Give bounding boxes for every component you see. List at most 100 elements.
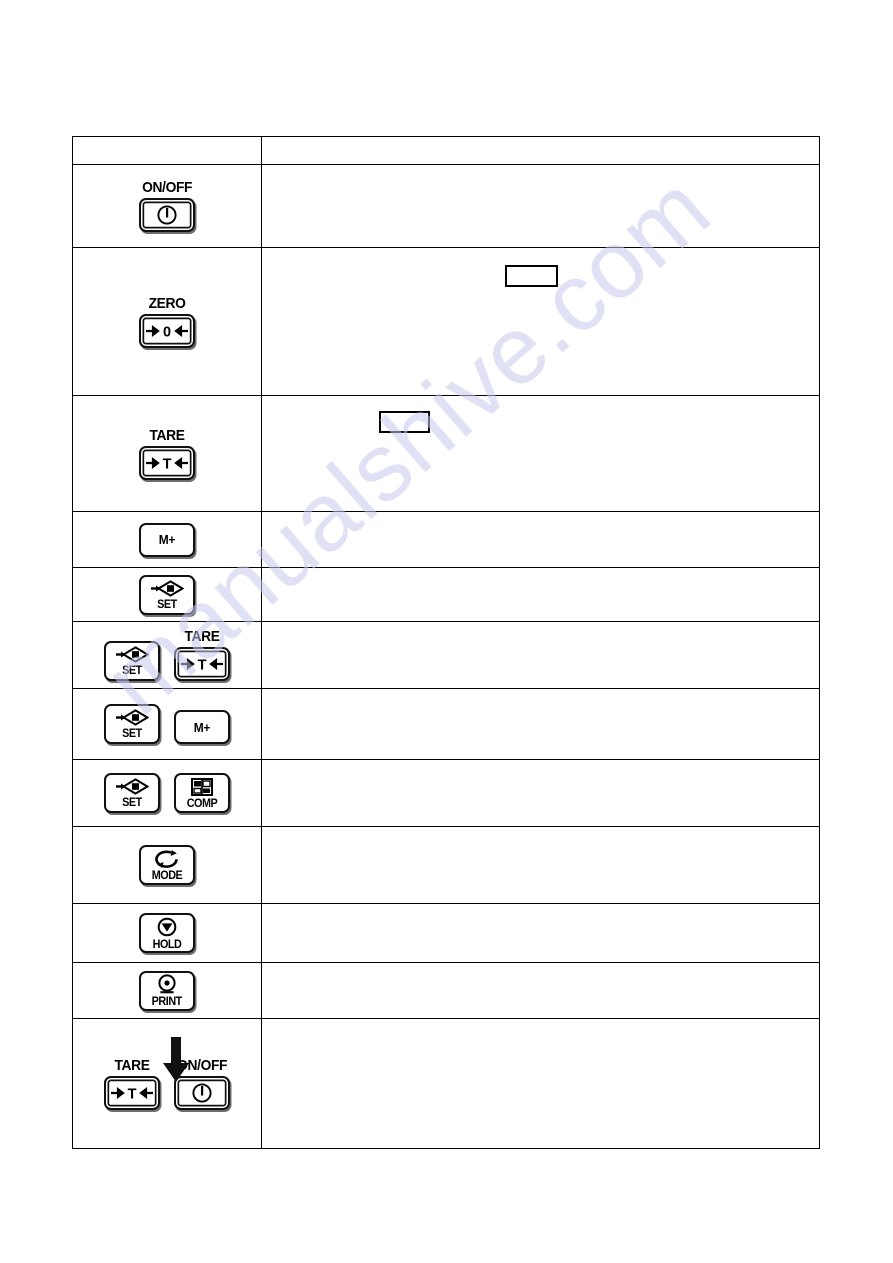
description-cell-row-print	[261, 962, 820, 1019]
key-cell-row-set-tare: SET TARE T	[72, 621, 262, 689]
description-cell-inner	[262, 165, 819, 247]
hold-key-unit: HOLD	[139, 913, 195, 953]
key-cell-inner: SET COMP	[73, 760, 261, 826]
m-plus-key[interactable]: M+	[139, 522, 195, 557]
description-cell-inner	[262, 760, 819, 826]
key-cell-inner: ZERO 0	[73, 248, 261, 395]
key-cell-row-tare-then-onoff: TARE T ON/OFF	[72, 1018, 262, 1149]
description-cell-row-zero	[261, 247, 820, 396]
description-cell-inner	[262, 827, 819, 903]
tare-key-unit: TARE T	[139, 428, 195, 480]
description-cell-inner	[262, 904, 819, 962]
key-cell-inner: HOLD	[73, 904, 261, 962]
zero-key-unit: ZERO 0	[139, 296, 195, 348]
set-key[interactable]: SET	[104, 641, 160, 681]
description-cell-row-mode	[261, 826, 820, 904]
mode-key-unit: MODE	[139, 845, 195, 885]
table-row: SET M+	[72, 688, 820, 760]
m-plus-key-unit: M+	[139, 522, 195, 557]
description-cell-inner	[262, 622, 819, 688]
tare-key[interactable]: T	[139, 445, 195, 480]
hold-icon	[157, 917, 177, 937]
set-key[interactable]: SET	[104, 704, 160, 744]
set-key-unit: SET	[139, 574, 195, 615]
key-cell-inner: SET TARE T	[73, 622, 261, 688]
svg-text:T: T	[128, 1086, 137, 1100]
description-cell-inner	[262, 1019, 819, 1148]
table-row: TARE T	[72, 395, 820, 512]
key-cell-row-zero: ZERO 0	[72, 247, 262, 396]
table-row: SET TARE T	[72, 621, 820, 689]
set-key-unit: SET	[104, 773, 160, 813]
mode-icon	[153, 849, 181, 868]
key-cell-row-print: PRINT	[72, 962, 262, 1019]
key-cell-inner: M+	[73, 512, 261, 567]
key-cell-row-tare: TARE T	[72, 395, 262, 512]
tare-icon: T	[144, 455, 190, 471]
description-cell-inner	[262, 963, 819, 1018]
tare-key-caption: TARE	[184, 628, 220, 645]
table-row: M+	[72, 511, 820, 568]
set-icon	[115, 709, 149, 726]
description-cell-inner	[262, 512, 819, 567]
key-cell-row-set-mplus: SET M+	[72, 688, 262, 760]
key-cell-inner: SET M+	[73, 689, 261, 759]
on-off-key[interactable]	[139, 198, 195, 232]
key-group: TARE T	[73, 428, 261, 480]
key-cell-inner: TARE T	[73, 396, 261, 511]
key-cell-row-mode: MODE	[72, 826, 262, 904]
table-row: MODE	[72, 826, 820, 904]
set-key-sublabel: SET	[122, 795, 142, 809]
description-cell-row-set-comp	[261, 759, 820, 827]
m-plus-key-unit: M+	[174, 710, 230, 744]
tare-key[interactable]: T	[104, 1075, 160, 1110]
set-key[interactable]: SET	[139, 574, 195, 615]
description-cell-row-tare	[261, 395, 820, 512]
tare-icon: T	[179, 656, 225, 672]
print-key-sublabel: PRINT	[151, 994, 183, 1008]
description-cell-inner	[262, 689, 819, 759]
zero-key-caption: ZERO	[148, 294, 186, 312]
set-key-sublabel: SET	[157, 596, 177, 611]
power-icon	[156, 204, 178, 226]
mode-key-sublabel: MODE	[151, 867, 183, 882]
blank-key-placeholder-box	[505, 265, 558, 287]
key-cell-inner: SET	[73, 568, 261, 621]
key-cell-inner: MODE	[73, 827, 261, 903]
key-cell-row-mplus: M+	[72, 511, 262, 568]
set-key-unit: SET	[104, 704, 160, 744]
key-cell-inner: ON/OFF	[73, 165, 261, 247]
print-icon	[157, 974, 177, 994]
key-cell-inner: PRINT	[73, 963, 261, 1018]
key-group: ON/OFF	[73, 180, 261, 232]
svg-text:T: T	[198, 658, 207, 672]
print-key[interactable]: PRINT	[139, 970, 195, 1011]
description-cell-row-mplus	[261, 511, 820, 568]
table-row: PRINT	[72, 962, 820, 1019]
key-group: SET TARE T	[73, 629, 261, 681]
key-cell-inner: TARE T ON/OFF	[73, 1019, 261, 1148]
set-key[interactable]: SET	[104, 773, 160, 813]
tare-key-caption: TARE	[149, 426, 185, 444]
blank-key-placeholder-box	[379, 411, 430, 433]
tare-icon: T	[109, 1085, 155, 1101]
m-plus-key[interactable]: M+	[174, 710, 230, 744]
comp-key[interactable]: COMP	[174, 773, 230, 813]
key-function-table: ON/OFF ZERO 0 TARE T M+ SET SET TARE T SET M+ SET COM…	[72, 136, 820, 1149]
power-icon	[191, 1082, 213, 1104]
header-cell-key	[72, 136, 262, 165]
on-off-key-caption: ON/OFF	[142, 179, 192, 196]
key-cell-row-set-comp: SET COMP	[72, 759, 262, 827]
tare-key[interactable]: T	[174, 647, 230, 681]
description-cell-inner	[262, 568, 819, 621]
table-row: ZERO 0	[72, 247, 820, 396]
hold-key[interactable]: HOLD	[139, 913, 195, 953]
zero-icon: 0	[144, 323, 190, 339]
mode-key[interactable]: MODE	[139, 845, 195, 885]
description-cell-inner	[262, 248, 819, 395]
m-plus-key-label: M+	[158, 532, 176, 547]
zero-key[interactable]: 0	[139, 313, 195, 348]
set-key-sublabel: SET	[122, 663, 142, 677]
header-cell-description	[261, 136, 820, 165]
comp-key-unit: COMP	[174, 773, 230, 813]
